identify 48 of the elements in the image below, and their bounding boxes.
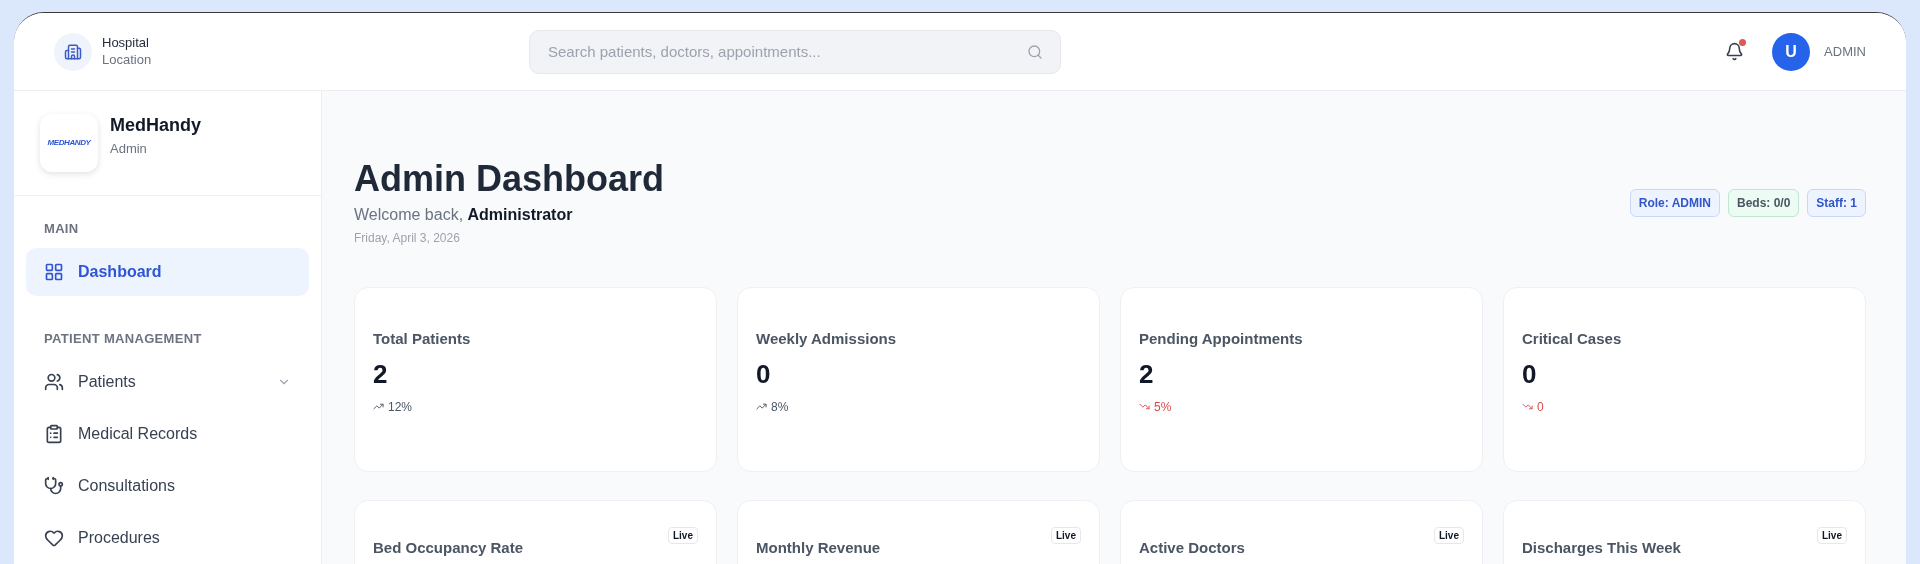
- heart-icon: [44, 528, 64, 548]
- trend-text: 12%: [388, 398, 413, 416]
- section-title: PATIENT MANAGEMENT: [43, 330, 203, 349]
- trend-text: 0: [1537, 398, 1544, 416]
- brand-logo: MEDHANDY: [40, 114, 98, 172]
- stat-value: 0: [1522, 357, 1538, 391]
- users-icon: [44, 372, 64, 392]
- stethoscope-icon: [44, 476, 64, 496]
- clipboard-icon: [44, 424, 64, 444]
- stat-value: 2: [1139, 357, 1155, 391]
- location-title: Hospital: [102, 35, 150, 52]
- nav-item[interactable]: Medical Records: [26, 410, 309, 458]
- trend-text: 8%: [771, 398, 789, 416]
- live-badge: Live: [1051, 527, 1081, 544]
- live-badge: Live: [1434, 527, 1464, 544]
- brand-role: Admin: [110, 139, 148, 158]
- live-badge: Live: [1817, 527, 1847, 544]
- nav-item[interactable]: Dashboard: [26, 248, 309, 296]
- card-label: Bed Occupancy Rate: [373, 538, 524, 558]
- stat-label: Total Patients: [373, 329, 472, 349]
- welcome-text: Welcome back, Administrator: [354, 205, 574, 225]
- location-subtitle: Location: [102, 51, 152, 68]
- section-title: MAIN: [43, 220, 80, 239]
- search-icon: [1027, 43, 1043, 60]
- card-label: Discharges This Week: [1522, 538, 1681, 558]
- stat-label: Weekly Admissions: [756, 329, 898, 349]
- stat-value: 2: [373, 357, 389, 391]
- stat-label: Pending Appointments: [1139, 329, 1304, 349]
- search-field[interactable]: Search patients, doctors, appointments...: [529, 29, 1061, 74]
- live-badge: Live: [668, 527, 698, 544]
- user-avatar[interactable]: U: [1772, 32, 1811, 71]
- building-icon: [54, 32, 92, 71]
- brand-name: MedHandy: [110, 113, 201, 137]
- grid-icon: [44, 262, 64, 282]
- nav-item[interactable]: Procedures: [26, 514, 309, 562]
- nav-item[interactable]: Patients: [26, 358, 309, 406]
- stat-label: Critical Cases: [1522, 329, 1623, 349]
- card-label: Active Doctors: [1139, 538, 1245, 558]
- card-label: Monthly Revenue: [756, 538, 881, 558]
- user-name: ADMIN: [1824, 42, 1866, 61]
- status-badge: Role: ADMIN: [1629, 189, 1720, 217]
- status-badge: Beds: 0/0: [1727, 189, 1800, 217]
- trend-text: 5%: [1154, 398, 1172, 416]
- page-title: Admin Dashboard: [354, 157, 665, 201]
- nav-item[interactable]: Consultations: [26, 462, 309, 510]
- date-text: Friday, April 3, 2026: [354, 230, 461, 247]
- status-badge: Staff: 1: [1807, 189, 1866, 217]
- stat-value: 0: [756, 357, 772, 391]
